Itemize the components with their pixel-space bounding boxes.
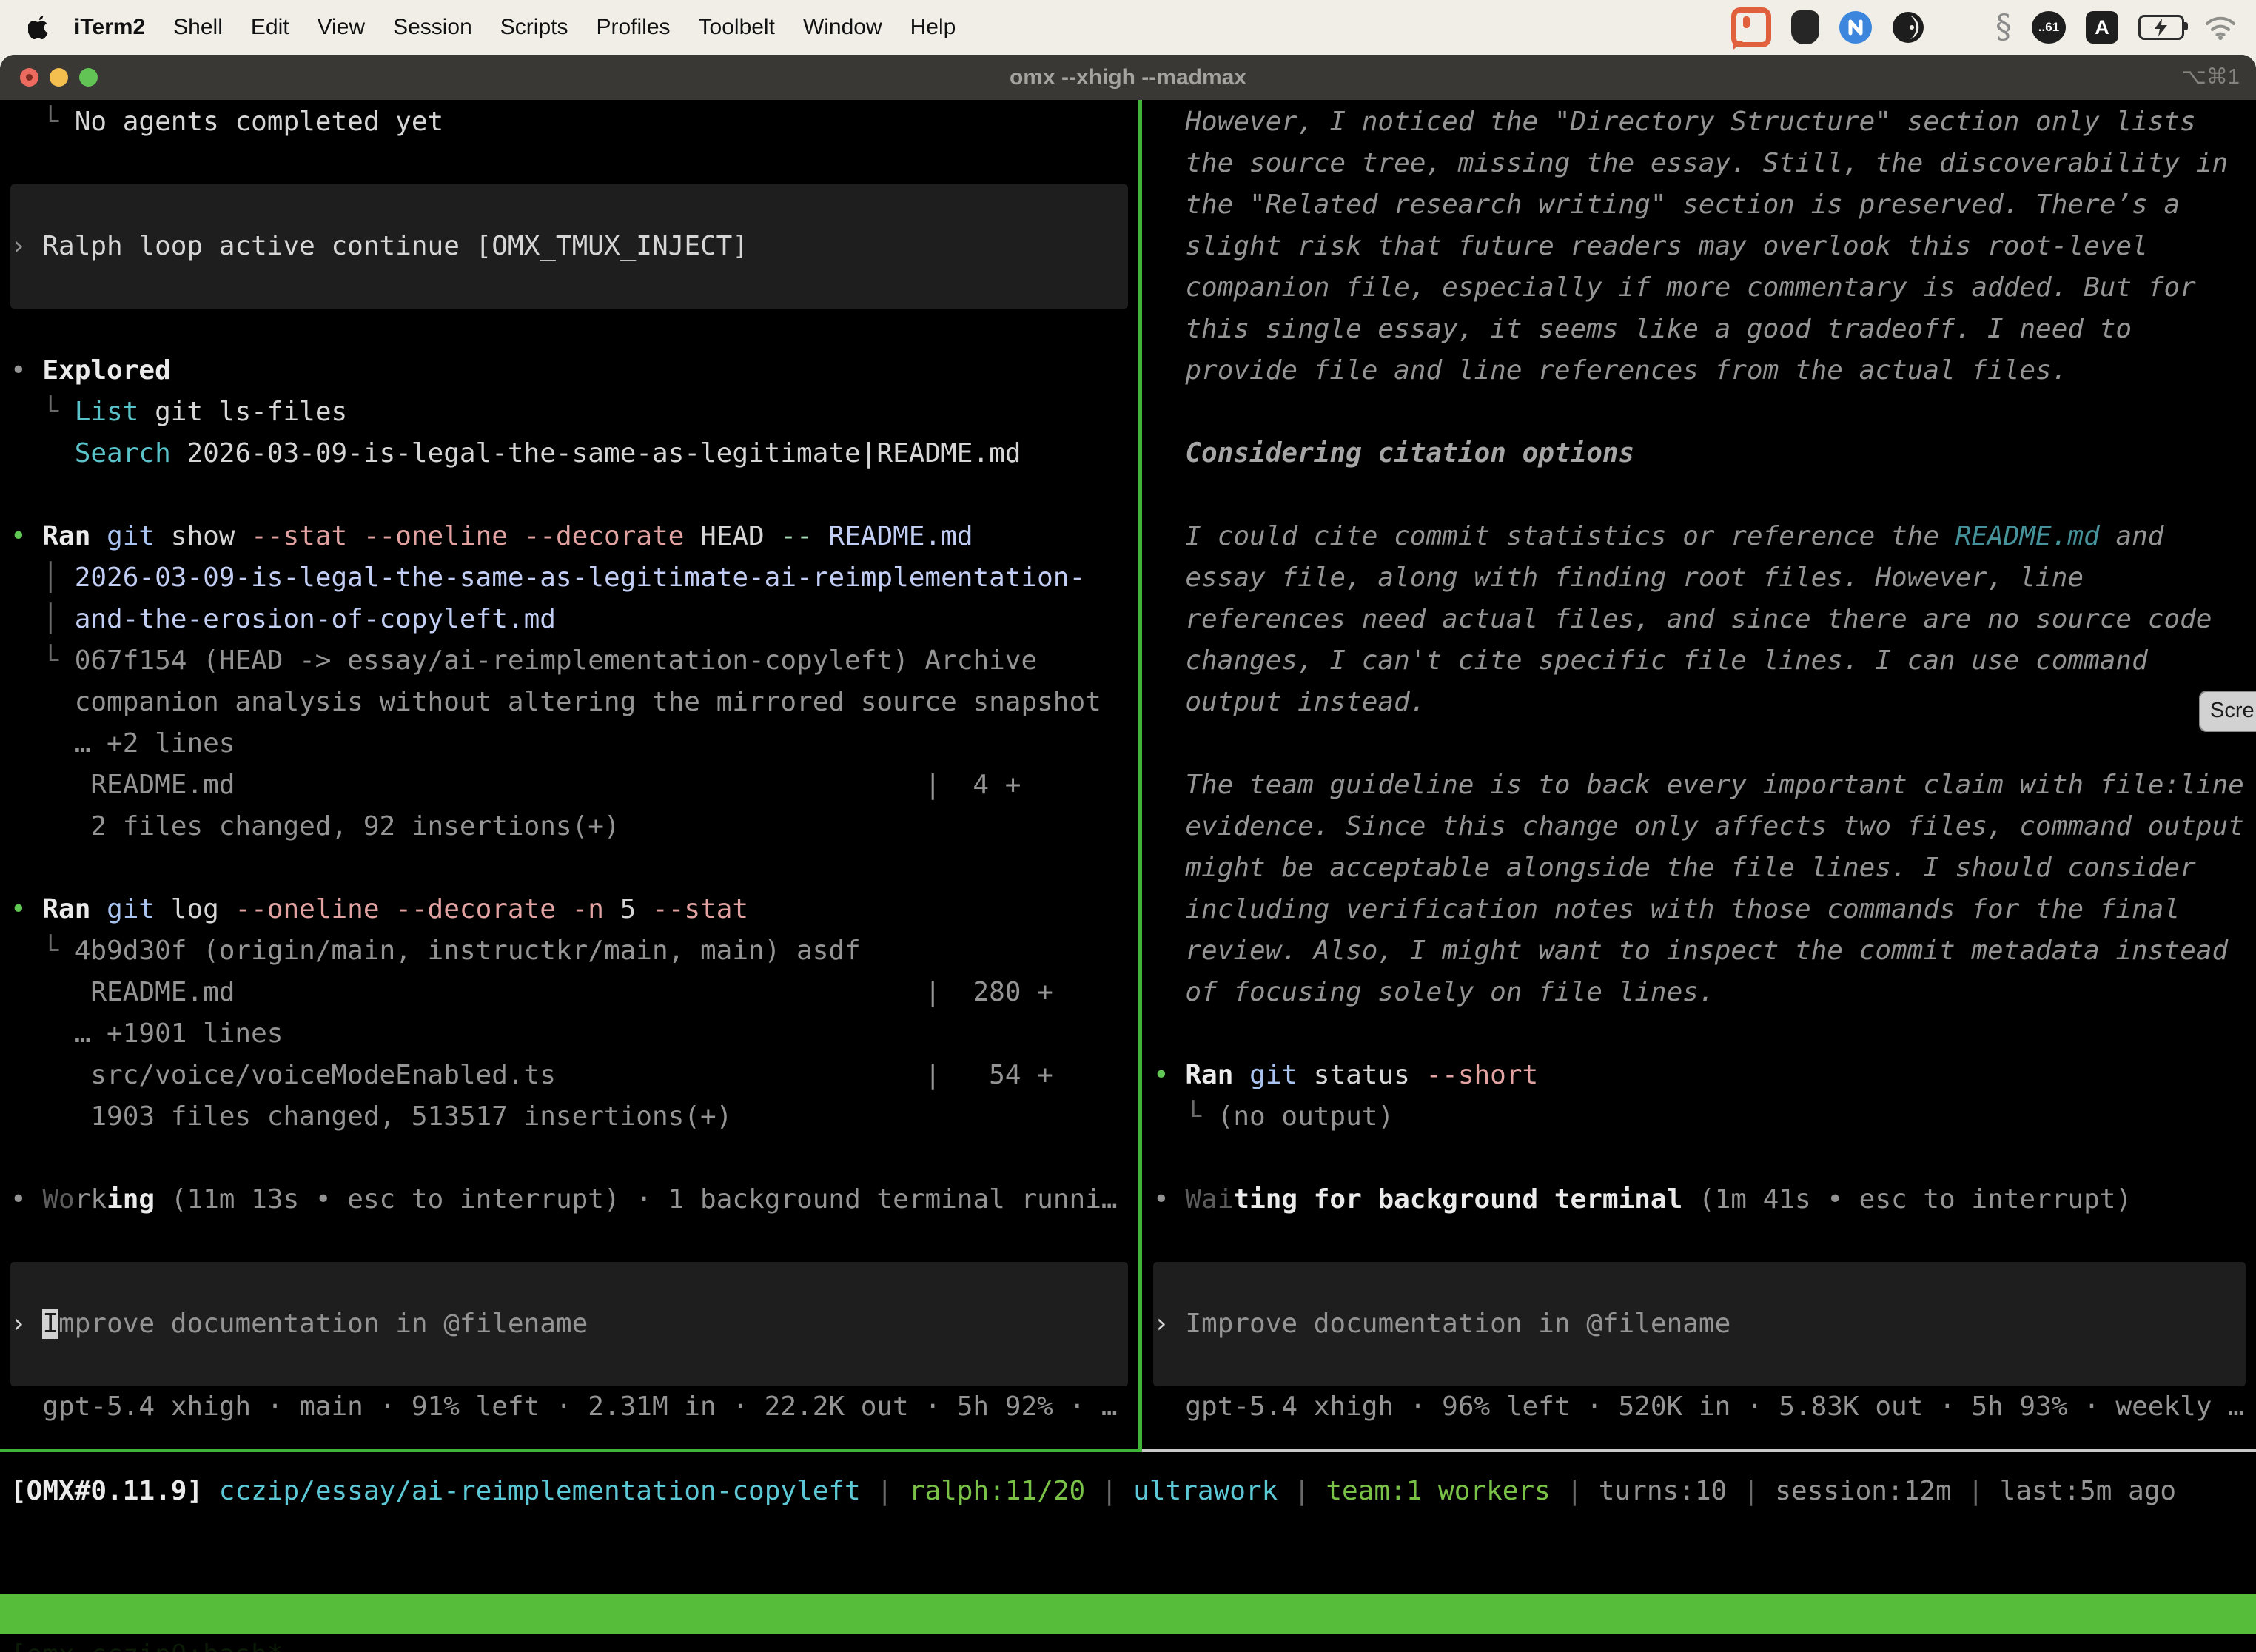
terminal-line: provide file and line references from th… [1153, 350, 2067, 392]
menu-item-window[interactable]: Window [789, 15, 896, 40]
terminal-line: references need actual files, and since … [1153, 599, 2212, 640]
tmux-session-window[interactable]: [omx-cczip0:bash* [10, 1634, 283, 1652]
macos-menu-bar: iTerm2 Shell Edit View Session Scripts P… [0, 0, 2256, 55]
terminal-line: of focusing solely on file lines. [1153, 972, 1715, 1013]
terminal-line: • Explored [10, 350, 171, 392]
terminal-line: • Waiting for background terminal (1m 41… [1153, 1179, 2132, 1220]
window-title: omx --xhigh --madmax [0, 55, 2256, 100]
terminal-line: • Working (11m 13s • esc to interrupt) ·… [10, 1179, 1118, 1220]
terminal-line: review. Also, I might want to inspect th… [1153, 930, 2228, 972]
terminal-line: slight risk that future readers may over… [1153, 226, 2148, 267]
terminal-line: README.md | 4 + [10, 765, 1021, 806]
menu-item-view[interactable]: View [303, 15, 379, 40]
menu-item-session[interactable]: Session [379, 15, 486, 40]
terminal-line: the source tree, missing the essay. Stil… [1153, 143, 2228, 184]
desktop: iTerm2 Shell Edit View Session Scripts P… [0, 0, 2256, 1652]
terminal-line: However, I noticed the "Directory Struct… [1153, 101, 2196, 143]
terminal-line: └ (no output) [1153, 1096, 1394, 1138]
shield-grid-icon[interactable] [1791, 10, 1819, 44]
menu-bar-status-icons: § ..61 A [1731, 7, 2237, 47]
omx-status-line: [OMX#0.11.9] cczip/essay/ai-reimplementa… [0, 1469, 2256, 1511]
terminal-line: • Ran git log --oneline --decorate -n 5 … [10, 889, 748, 930]
terminal-line: this single essay, it seems like a good … [1153, 309, 2132, 350]
iterm2-window: omx --xhigh --madmax ⌥⌘1 └ No agents com… [0, 55, 2256, 1652]
terminal-line: README.md | 280 + [10, 972, 1053, 1013]
terminal-line: evidence. Since this change only affects… [1153, 806, 2244, 847]
tmux-pane-left[interactable]: └ No agents completed yet › Ralph loop ac… [0, 100, 1138, 1449]
terminal-line: [OMX#0.11.9] cczip/essay/ai-reimplementa… [10, 1471, 2176, 1512]
terminal-line: changes, I can't cite specific file line… [1153, 640, 2148, 682]
input-source-icon[interactable]: A [2086, 11, 2118, 44]
terminal-line: Considering citation options [1153, 433, 1634, 474]
squiggle-icon[interactable]: § [1995, 11, 2012, 44]
pane-divider[interactable] [1138, 100, 1142, 1452]
terminal-line: › Improve documentation in @filename [1153, 1303, 1730, 1345]
pane-border-bottom-left [0, 1449, 1142, 1452]
menu-item-help[interactable]: Help [896, 15, 970, 40]
terminal-line: companion file, especially if more comme… [1153, 267, 2196, 309]
window-title-bar[interactable]: omx --xhigh --madmax ⌥⌘1 [0, 55, 2256, 100]
terminal-line: I could cite commit statistics or refere… [1153, 516, 2163, 557]
vpn-badge-icon[interactable] [1839, 11, 1872, 44]
terminal-line: • Ran git show --stat --oneline --decora… [10, 516, 973, 557]
terminal-line: the "Related research writing" section i… [1153, 184, 2180, 226]
menu-item-shell[interactable]: Shell [159, 15, 237, 40]
apple-menu-icon[interactable] [28, 15, 50, 40]
screen-share-tooltip: Scre [2199, 691, 2256, 732]
terminal-line: The team guideline is to back every impo… [1153, 765, 2244, 806]
timer-badge-icon[interactable]: ..61 [2032, 11, 2066, 44]
menu-item-app[interactable]: iTerm2 [61, 15, 159, 40]
terminal-line: gpt-5.4 xhigh · 96% left · 520K in · 5.8… [1153, 1386, 2244, 1428]
terminal-line: └ 067f154 (HEAD -> essay/ai-reimplementa… [10, 640, 1037, 682]
terminal-line: companion analysis without altering the … [10, 682, 1101, 723]
terminal-line: └ List git ls-files [10, 392, 347, 433]
terminal-line: 2 files changed, 92 insertions(+) [10, 806, 620, 847]
terminal-line: › Improve documentation in @filename [10, 1303, 588, 1345]
menu-item-scripts[interactable]: Scripts [486, 15, 583, 40]
menu-item-profiles[interactable]: Profiles [582, 15, 684, 40]
terminal-line: │ and-the-erosion-of-copyleft.md [10, 599, 556, 640]
terminal-line: including verification notes with those … [1153, 889, 2180, 930]
window-shortcut-badge: ⌥⌘1 [2181, 55, 2240, 100]
crescent-icon[interactable] [1892, 11, 1924, 44]
terminal-area[interactable]: └ No agents completed yet › Ralph loop ac… [0, 100, 2256, 1652]
terminal-line: output instead. [1153, 682, 1426, 723]
terminal-line: might be acceptable alongside the file l… [1153, 847, 2196, 889]
pane-border-bottom-right [1142, 1449, 2256, 1452]
terminal-line: essay file, along with finding root file… [1153, 557, 2084, 599]
terminal-line: • Ran git status --short [1153, 1055, 1538, 1096]
terminal-line: └ 4b9d30f (origin/main, instructkr/main,… [10, 930, 861, 972]
menu-item-toolbelt[interactable]: Toolbelt [685, 15, 789, 40]
terminal-line: └ No agents completed yet [10, 101, 443, 143]
tmux-status-bar: [omx-cczip0:bash* "MacBook-Pro-44.local"… [0, 1594, 2256, 1634]
dots-grid-icon[interactable] [1944, 12, 1975, 43]
wifi-icon[interactable] [2204, 15, 2237, 40]
terminal-line: src/voice/voiceModeEnabled.ts | 54 + [10, 1055, 1053, 1096]
terminal-line: 1903 files changed, 513517 insertions(+) [10, 1096, 732, 1138]
menu-item-edit[interactable]: Edit [237, 15, 303, 40]
battery-icon[interactable] [2138, 15, 2184, 40]
terminal-line: › Ralph loop active continue [OMX_TMUX_I… [10, 226, 748, 267]
terminal-line: gpt-5.4 xhigh · main · 91% left · 2.31M … [10, 1386, 1118, 1428]
tmux-pane-right[interactable]: However, I noticed the "Directory Struct… [1143, 100, 2256, 1449]
terminal-line: … +1901 lines [10, 1013, 283, 1055]
terminal-line: │ 2026-03-09-is-legal-the-same-as-legiti… [10, 557, 1085, 599]
terminal-line: … +2 lines [10, 723, 235, 765]
screen-recording-icon[interactable] [1731, 7, 1771, 47]
terminal-line: Search 2026-03-09-is-legal-the-same-as-l… [10, 433, 1021, 474]
